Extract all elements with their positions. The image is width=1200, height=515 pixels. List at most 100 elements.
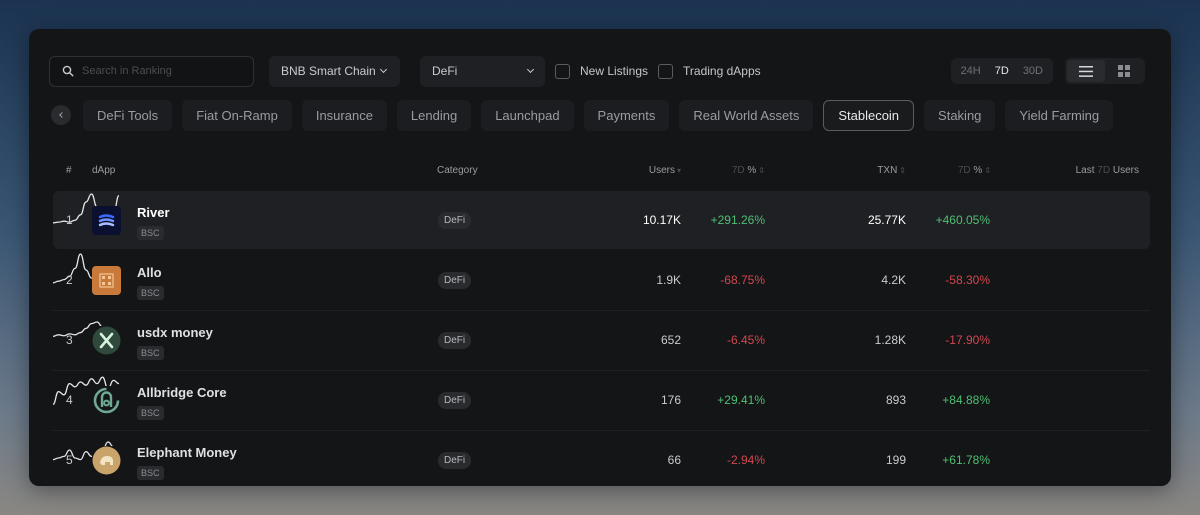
- tab-insurance[interactable]: Insurance: [301, 99, 387, 131]
- chain-badge: BSC: [137, 286, 164, 300]
- tab-yield-farming[interactable]: Yield Farming: [1005, 99, 1114, 131]
- table-row[interactable]: 3 usdx money BSC DeFi 652 -6.45% 1.28K -…: [52, 311, 1150, 369]
- checkbox-box[interactable]: [658, 63, 674, 79]
- toolbar: BNB Smart Chain DeFi New Listings Tradin…: [49, 55, 1145, 87]
- tab-payments[interactable]: Payments: [583, 99, 670, 131]
- table-row[interactable]: 1 River BSC DeFi 10.17K +291.26% 25.77K …: [52, 191, 1150, 249]
- row-rank: 5: [66, 453, 73, 467]
- header-category: Category: [437, 165, 478, 176]
- tab-staking[interactable]: Staking: [924, 99, 996, 131]
- row-rank: 3: [66, 333, 73, 347]
- chain-badge: BSC: [137, 406, 164, 420]
- header-txn-label: TXN: [877, 165, 898, 176]
- txn-change: +460.05%: [935, 213, 990, 227]
- sort-desc-icon: ▾: [676, 166, 681, 175]
- header-users-change[interactable]: 7D % ⇕: [732, 165, 765, 176]
- grid-view-button[interactable]: [1105, 60, 1143, 82]
- chevron-down-icon: [526, 65, 535, 74]
- dapp-name[interactable]: River: [137, 205, 170, 220]
- txn-value: 25.77K: [867, 213, 906, 227]
- grid-view-icon: [1118, 65, 1130, 77]
- category-select[interactable]: DeFi: [420, 55, 545, 87]
- sort-icon: ⇕: [984, 166, 991, 175]
- header-spark: Last 7D Users: [1076, 165, 1139, 176]
- header-txn-change[interactable]: 7D % ⇕: [958, 165, 991, 176]
- row-rank: 2: [66, 273, 73, 287]
- table-row[interactable]: 2 Allo BSC DeFi 1.9K -68.75% 4.2K -58.30…: [52, 251, 1150, 309]
- row-rank: 1: [66, 213, 73, 227]
- chain-select[interactable]: BNB Smart Chain: [269, 55, 400, 87]
- view-toggle: [1065, 58, 1145, 84]
- elephant-money-logo-icon: [92, 446, 121, 475]
- trading-dapps-checkbox[interactable]: Trading dApps: [658, 63, 761, 79]
- txn-value: 199: [885, 453, 906, 467]
- ranking-panel: BNB Smart Chain DeFi New Listings Tradin…: [29, 29, 1171, 486]
- tab-fiat-on-ramp[interactable]: Fiat On-Ramp: [182, 99, 292, 131]
- category-badge: DeFi: [438, 272, 472, 289]
- header-spark-suffix: Users: [1112, 165, 1139, 176]
- table-row[interactable]: 5 Elephant Money BSC DeFi 66 -2.94% 199 …: [52, 431, 1150, 486]
- header-rank: #: [66, 165, 72, 176]
- category-tabs: DeFi Tools Fiat On-Ramp Insurance Lendin…: [51, 99, 1171, 131]
- row-rank: 4: [66, 393, 73, 407]
- dapp-name[interactable]: Allo: [137, 265, 162, 280]
- txn-value: 1.28K: [874, 333, 906, 347]
- time-range-group: 24H 7D 30D: [950, 58, 1053, 84]
- header-users-label: Users: [648, 165, 675, 176]
- header-txn-change-period: 7D: [957, 165, 971, 176]
- txn-value: 4.2K: [881, 273, 906, 287]
- txn-change: -17.90%: [945, 333, 990, 347]
- sort-icon: ⇕: [758, 166, 765, 175]
- chain-badge: BSC: [137, 346, 164, 360]
- header-spark-prefix: Last: [1075, 165, 1095, 176]
- header-users-change-unit: %: [747, 165, 757, 176]
- tab-defi-tools[interactable]: DeFi Tools: [83, 99, 173, 131]
- usdx-logo-icon: [92, 326, 121, 355]
- category-badge: DeFi: [438, 332, 472, 349]
- new-listings-checkbox[interactable]: New Listings: [555, 63, 649, 79]
- time-range-7d[interactable]: 7D: [988, 60, 1016, 82]
- time-range-30d[interactable]: 30D: [1016, 60, 1050, 82]
- users-value: 1.9K: [656, 273, 681, 287]
- category-badge: DeFi: [438, 452, 472, 469]
- users-value: 176: [660, 393, 681, 407]
- header-dapp: dApp: [92, 165, 116, 176]
- search-box[interactable]: [49, 55, 254, 87]
- users-change: +29.41%: [717, 393, 765, 407]
- tab-launchpad[interactable]: Launchpad: [481, 99, 574, 131]
- users-change: -68.75%: [720, 273, 765, 287]
- chain-select-label: BNB Smart Chain: [281, 64, 376, 78]
- allo-logo-icon: [92, 266, 121, 295]
- users-value: 652: [660, 333, 681, 347]
- list-view-button[interactable]: [1067, 60, 1105, 82]
- tab-stablecoin[interactable]: Stablecoin: [823, 99, 915, 131]
- users-value: 10.17K: [642, 213, 681, 227]
- search-input[interactable]: [82, 65, 242, 77]
- time-range-24h[interactable]: 24H: [954, 60, 988, 82]
- txn-value: 893: [885, 393, 906, 407]
- txn-change: +84.88%: [942, 393, 990, 407]
- tabs-prev-button[interactable]: [51, 105, 71, 125]
- chain-badge: BSC: [137, 466, 164, 480]
- table-row[interactable]: 4 Allbridge Core BSC DeFi 176 +29.41% 89…: [52, 371, 1150, 429]
- header-txn[interactable]: TXN ⇕: [877, 165, 906, 176]
- dapp-name[interactable]: Allbridge Core: [137, 385, 227, 400]
- category-badge: DeFi: [438, 392, 472, 409]
- trading-dapps-label: Trading dApps: [683, 64, 761, 78]
- header-txn-change-unit: %: [973, 165, 983, 176]
- river-logo-icon: [92, 206, 121, 235]
- search-icon: [62, 65, 74, 77]
- chevron-down-icon: [379, 65, 387, 74]
- category-select-label: DeFi: [432, 64, 458, 78]
- checkbox-box[interactable]: [555, 63, 570, 79]
- users-change: -2.94%: [726, 453, 765, 467]
- tab-real-world-assets[interactable]: Real World Assets: [679, 99, 814, 131]
- users-change: +291.26%: [710, 213, 765, 227]
- new-listings-label: New Listings: [580, 64, 649, 78]
- users-change: -6.45%: [726, 333, 765, 347]
- dapp-name[interactable]: usdx money: [137, 325, 213, 340]
- dapp-name[interactable]: Elephant Money: [137, 445, 237, 460]
- header-users[interactable]: Users ▾: [649, 165, 681, 176]
- chain-badge: BSC: [137, 226, 164, 240]
- tab-lending[interactable]: Lending: [396, 99, 472, 131]
